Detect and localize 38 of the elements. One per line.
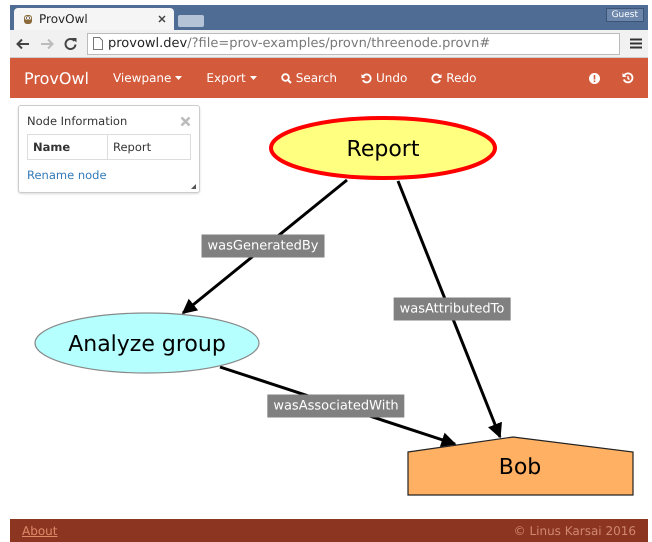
caret-icon bbox=[250, 76, 257, 80]
brand-link[interactable]: ProvOwl bbox=[24, 68, 89, 88]
edge-label: wasAttributedTo bbox=[394, 298, 510, 320]
agent-node[interactable] bbox=[407, 436, 634, 496]
nav-menu-item[interactable]: Redo bbox=[431, 71, 476, 85]
menu-icon[interactable] bbox=[630, 38, 642, 49]
back-icon[interactable] bbox=[16, 38, 30, 50]
table-cell: Name bbox=[28, 135, 108, 159]
search-icon bbox=[280, 72, 292, 84]
edge-label: wasAssociatedWith bbox=[267, 394, 405, 418]
page-icon bbox=[93, 37, 103, 50]
node-label: Report bbox=[346, 137, 420, 162]
redo-icon bbox=[431, 72, 442, 84]
nav-menu-item[interactable]: Export bbox=[206, 71, 257, 85]
rename-node-link[interactable]: Rename node bbox=[27, 168, 107, 182]
close-tab-icon[interactable] bbox=[158, 15, 166, 23]
panel-title: Node Information bbox=[27, 114, 128, 128]
copyright-text: © Linus Karsai 2016 bbox=[514, 524, 636, 538]
activity-node[interactable] bbox=[34, 312, 260, 374]
caret-icon bbox=[175, 76, 182, 80]
history-icon[interactable] bbox=[622, 72, 634, 84]
entity-node[interactable] bbox=[269, 116, 497, 180]
about-link[interactable]: About bbox=[22, 524, 58, 538]
node-label: Analyze group bbox=[68, 332, 226, 357]
undo-icon bbox=[360, 72, 372, 84]
edge-label: wasGeneratedBy bbox=[202, 234, 324, 258]
reload-icon[interactable] bbox=[64, 37, 77, 50]
nav-menu-item[interactable]: Viewpane bbox=[112, 71, 182, 85]
node-label: Bob bbox=[498, 455, 542, 480]
alert-icon[interactable] bbox=[589, 72, 600, 84]
owl-icon bbox=[22, 13, 34, 25]
resize-grip-icon[interactable] bbox=[191, 184, 196, 189]
address-bar[interactable]: provowl.dev/?file=prov-examples/provn/threenode.provn# bbox=[87, 32, 620, 54]
table-cell-text: Report bbox=[112, 139, 152, 156]
browser-tab[interactable]: ProvOwl bbox=[14, 8, 174, 30]
nav-menu-item[interactable]: Search bbox=[280, 71, 337, 85]
profile-button[interactable]: Guest bbox=[606, 8, 644, 22]
nav-menu-item[interactable]: Undo bbox=[360, 71, 408, 85]
